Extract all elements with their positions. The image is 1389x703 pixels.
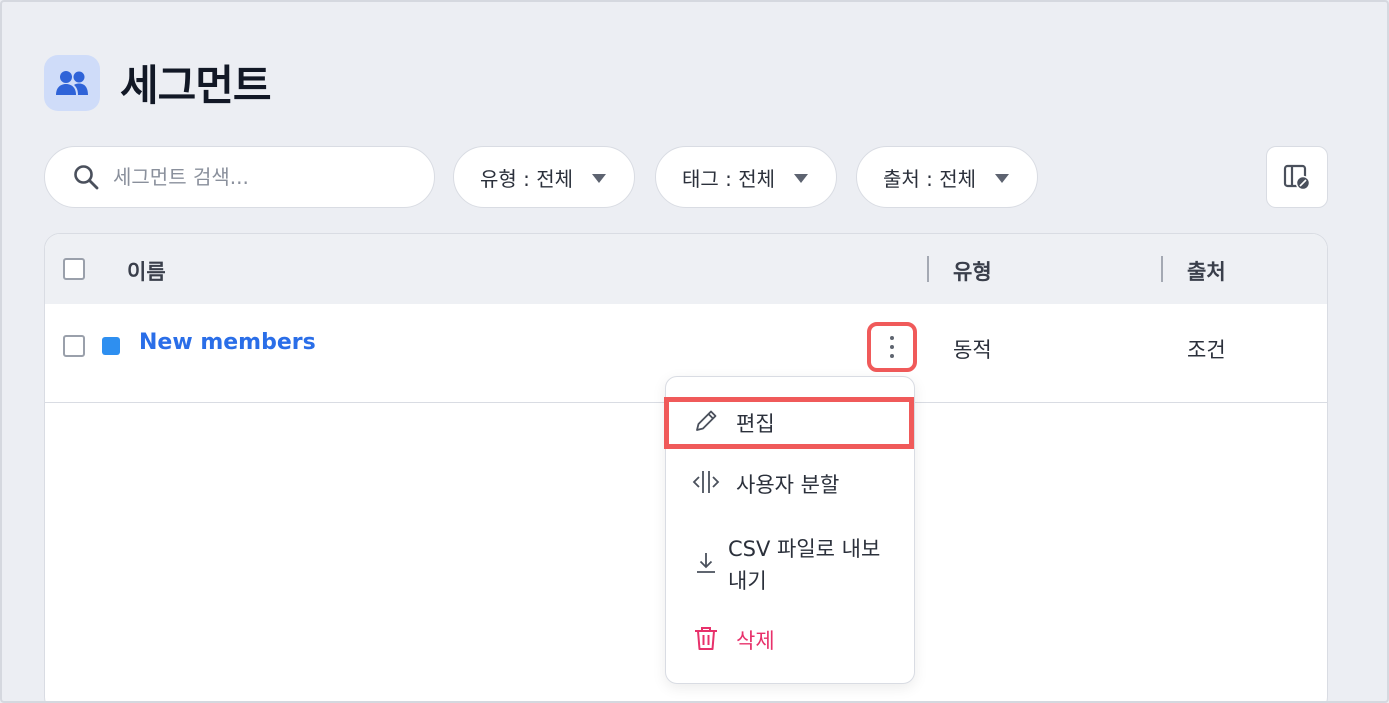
page-title: 세그먼트 [120, 61, 272, 110]
page-header: 세그먼트 [44, 52, 272, 113]
column-header-type[interactable]: 유형 [953, 256, 992, 286]
filter-source-dropdown[interactable]: 출처 : 전체 [856, 146, 1038, 208]
kebab-dot [890, 345, 894, 349]
segment-name-link[interactable]: New members [139, 330, 316, 355]
filter-tag-dropdown[interactable]: 태그 : 전체 [655, 146, 837, 208]
kebab-dot [890, 336, 894, 340]
filter-type-dropdown[interactable]: 유형 : 전체 [453, 146, 635, 208]
split-icon [692, 468, 720, 501]
caret-down-icon [794, 174, 808, 183]
search-input[interactable] [113, 165, 413, 189]
select-all-checkbox[interactable] [63, 258, 85, 280]
caret-down-icon [592, 174, 606, 183]
column-divider [1161, 256, 1163, 282]
column-header-source[interactable]: 출처 [1187, 256, 1226, 286]
menu-item-export-label: CSV 파일로 내보내기 [728, 537, 881, 593]
menu-item-delete[interactable]: 삭제 [666, 619, 914, 661]
segment-type: 동적 [953, 338, 992, 362]
pencil-icon [692, 407, 720, 440]
menu-item-edit[interactable]: 편집 [664, 397, 914, 449]
menu-item-split-users[interactable]: 사용자 분할 [666, 463, 914, 505]
table-header: 이름 유형 출처 [45, 234, 1327, 304]
segment-color-swatch [102, 337, 120, 355]
download-icon [692, 549, 720, 582]
users-icon [44, 54, 100, 111]
trash-icon [692, 624, 720, 657]
row-more-button[interactable] [867, 322, 917, 372]
segment-source: 조건 [1187, 338, 1226, 362]
column-divider [927, 256, 929, 282]
column-settings-button[interactable] [1266, 146, 1328, 208]
search-icon [74, 165, 99, 190]
menu-item-split-label: 사용자 분할 [736, 473, 840, 497]
filter-tag-label: 태그 : 전체 [682, 166, 776, 191]
menu-item-export-csv[interactable]: CSV 파일로 내보내기 [666, 525, 914, 605]
row-context-menu: 편집 사용자 분할 CSV 파일로 내보내기 삭제 [664, 376, 915, 684]
menu-item-edit-label: 편집 [736, 412, 775, 436]
menu-item-delete-label: 삭제 [736, 629, 775, 653]
row-checkbox[interactable] [63, 335, 85, 357]
caret-down-icon [995, 174, 1009, 183]
filter-source-label: 출처 : 전체 [883, 166, 977, 191]
search-box[interactable] [44, 146, 435, 208]
columns-edit-icon [1283, 164, 1311, 191]
filter-type-label: 유형 : 전체 [480, 166, 574, 191]
kebab-dot [890, 354, 894, 358]
column-header-name[interactable]: 이름 [127, 256, 166, 286]
